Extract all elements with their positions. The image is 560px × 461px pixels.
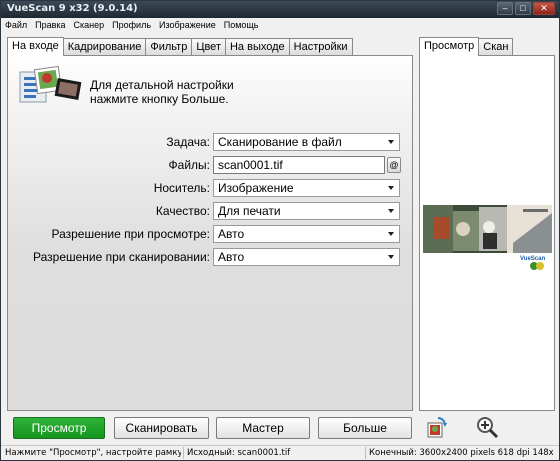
- rotate-image-icon[interactable]: [424, 415, 448, 441]
- menu-edit[interactable]: Правка: [31, 18, 69, 33]
- quality-value: Для печати: [218, 204, 281, 218]
- status-output: Конечный: 3600x2400 pixels 618 dpi 148x9…: [369, 448, 553, 458]
- tab-crop[interactable]: Кадрирование: [62, 38, 147, 55]
- status-separator: [183, 447, 184, 459]
- menu-scanner[interactable]: Сканер: [70, 18, 109, 33]
- app-window: VueScan 9 x32 (9.0.14) – □ ✕ Файл Правка…: [0, 0, 560, 461]
- menu-image[interactable]: Изображение: [155, 18, 220, 33]
- title-bar: VueScan 9 x32 (9.0.14) – □ ✕: [1, 1, 559, 18]
- tab-color[interactable]: Цвет: [191, 38, 226, 55]
- chevron-down-icon: [388, 255, 394, 259]
- preview-tabs: Просмотр Скан: [419, 37, 514, 56]
- files-input[interactable]: scan0001.tif: [213, 156, 385, 174]
- preview-panel: Просмотр Скан VueScan: [419, 37, 555, 411]
- preview-resolution-label: Разрешение при просмотре:: [51, 227, 210, 241]
- media-label: Носитель:: [153, 181, 210, 195]
- status-separator: [365, 447, 366, 459]
- task-value: Сканирование в файл: [218, 135, 342, 149]
- wizard-button[interactable]: Мастер: [216, 417, 310, 439]
- files-label: Файлы:: [168, 158, 210, 172]
- vuescan-logo-text: VueScan: [520, 256, 546, 262]
- scan-resolution-select[interactable]: Авто: [213, 248, 400, 266]
- close-button[interactable]: ✕: [533, 2, 555, 15]
- chevron-down-icon: [388, 232, 394, 236]
- tab-prefs[interactable]: Настройки: [288, 38, 353, 55]
- scan-resolution-label: Разрешение при сканировании:: [33, 250, 210, 264]
- tab-filter[interactable]: Фильтр: [145, 38, 193, 55]
- hint-text: Для детальной настройки нажмите кнопку Б…: [90, 78, 310, 106]
- media-select[interactable]: Изображение: [213, 179, 400, 197]
- task-label: Задача:: [166, 135, 210, 149]
- tab-preview[interactable]: Просмотр: [419, 37, 480, 56]
- quality-label: Качество:: [155, 204, 210, 218]
- hint-line-1: Для детальной настройки: [90, 78, 234, 92]
- settings-panel: На входе Кадрирование Фильтр Цвет На вых…: [7, 37, 413, 411]
- menu-help[interactable]: Помощь: [220, 18, 263, 33]
- chevron-down-icon: [388, 186, 394, 190]
- menu-profile[interactable]: Профиль: [108, 18, 155, 33]
- more-button[interactable]: Больше: [318, 417, 412, 439]
- status-source: Исходный: scan0001.tif: [187, 448, 291, 458]
- preview-resolution-select[interactable]: Авто: [213, 225, 400, 243]
- tab-input[interactable]: На входе: [7, 37, 64, 56]
- file-insert-button[interactable]: @: [387, 157, 401, 173]
- tab-scan[interactable]: Скан: [478, 38, 514, 55]
- maximize-button[interactable]: □: [515, 2, 531, 15]
- preview-resolution-value: Авто: [218, 227, 245, 241]
- preview-area[interactable]: VueScan: [419, 55, 555, 411]
- scan-resolution-value: Авто: [218, 250, 245, 264]
- chevron-down-icon: [388, 140, 394, 144]
- settings-tabs: На входе Кадрирование Фильтр Цвет На вых…: [7, 37, 353, 56]
- tab-output[interactable]: На выходе: [224, 38, 290, 55]
- hint-line-2: нажмите кнопку Больше.: [90, 92, 229, 106]
- hint-row: Для детальной настройки нажмите кнопку Б…: [18, 66, 398, 110]
- window-title: VueScan 9 x32 (9.0.14): [7, 3, 138, 14]
- chevron-down-icon: [388, 209, 394, 213]
- action-bar: Просмотр Сканировать Мастер Больше: [1, 413, 559, 443]
- media-value: Изображение: [218, 181, 294, 195]
- preview-button[interactable]: Просмотр: [13, 417, 105, 439]
- scan-button[interactable]: Сканировать: [114, 417, 209, 439]
- quality-select[interactable]: Для печати: [213, 202, 400, 220]
- zoom-in-icon[interactable]: [475, 415, 499, 441]
- settings-illustration-icon: [19, 66, 82, 103]
- preview-image: [423, 203, 552, 273]
- task-select[interactable]: Сканирование в файл: [213, 133, 400, 151]
- minimize-button[interactable]: –: [497, 2, 513, 15]
- menu-bar: Файл Правка Сканер Профиль Изображение П…: [1, 18, 559, 33]
- files-value: scan0001.tif: [218, 158, 283, 172]
- status-hint: Нажмите "Просмотр", настройте рамку, наж…: [5, 448, 181, 458]
- menu-file[interactable]: Файл: [1, 18, 31, 33]
- input-tab-content: Для детальной настройки нажмите кнопку Б…: [7, 55, 413, 411]
- status-bar: Нажмите "Просмотр", настройте рамку, наж…: [1, 445, 559, 460]
